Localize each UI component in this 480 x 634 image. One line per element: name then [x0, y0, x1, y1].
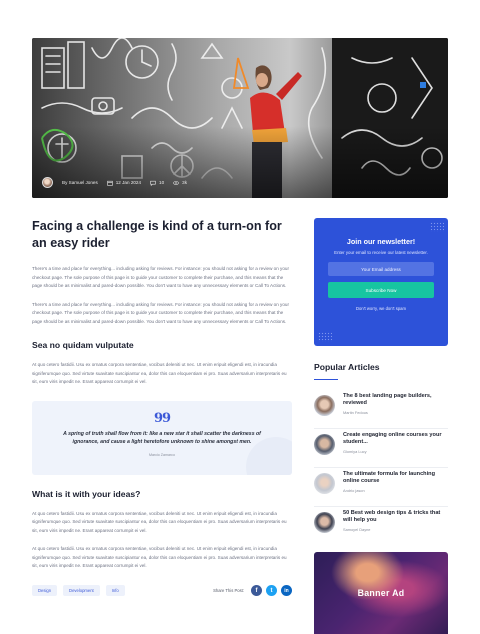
- twitter-icon[interactable]: t: [266, 585, 277, 596]
- article-paragraph: There's a time and place for everything.…: [32, 301, 289, 324]
- popular-article-title[interactable]: Create engaging online courses your stud…: [343, 432, 448, 446]
- post-views: 3k: [173, 180, 187, 186]
- popular-article-title[interactable]: The 8 best landing page builders, review…: [343, 393, 448, 407]
- article-paragraph: At quo cetero fastidii. Usu ex ornatus c…: [32, 510, 287, 533]
- decor-dots: [430, 222, 444, 232]
- post-date: 12 Jan 2024: [107, 180, 141, 186]
- list-item[interactable]: 50 Best web design tips & tricks that wi…: [314, 507, 448, 546]
- post-date-text: 12 Jan 2024: [115, 180, 142, 185]
- heading-underline: [314, 379, 338, 381]
- article-thumbnail: [314, 395, 335, 416]
- author-name[interactable]: By Samuel Jones: [62, 180, 98, 185]
- share-bar: Share This Post: f t in: [213, 585, 292, 596]
- tag-list: Design Development Info: [32, 585, 125, 596]
- newsletter-note: Don't worry, we don't spam: [356, 306, 406, 311]
- post-comments: 10: [150, 180, 164, 186]
- comment-count: 10: [159, 180, 165, 185]
- share-label: Share This Post:: [213, 588, 244, 593]
- comment-icon: [150, 180, 156, 186]
- popular-articles-heading: Popular Articles: [314, 362, 380, 372]
- popular-article-title[interactable]: The ultimate formula for launching onlin…: [343, 471, 448, 485]
- section-heading: What is it with your ideas?: [32, 488, 141, 499]
- section-heading: Sea no quidam vulputate: [32, 340, 134, 350]
- quote-text: A spring of truth shall flow from it: li…: [63, 430, 261, 446]
- list-item[interactable]: The 8 best landing page builders, review…: [314, 390, 448, 429]
- eye-icon: [173, 180, 179, 185]
- banner-ad[interactable]: Banner Ad: [314, 552, 448, 634]
- newsletter-subtitle: Enter your email to receive our latest n…: [334, 250, 428, 255]
- hero-illustration: [32, 38, 448, 198]
- blockquote: 99 A spring of truth shall flow from it:…: [32, 400, 292, 475]
- popular-article-author: Martin Fedous: [343, 410, 368, 416]
- list-item[interactable]: The ultimate formula for launching onlin…: [314, 468, 448, 507]
- quote-icon: 99: [153, 410, 171, 426]
- facebook-icon[interactable]: f: [251, 585, 262, 596]
- article-footer: Design Development Info Share This Post:…: [32, 585, 292, 596]
- popular-article-author: Andrio jason: [343, 488, 365, 494]
- email-field[interactable]: Your Email address: [328, 262, 434, 276]
- article-title: Facing a challenge is kind of a turn-on …: [32, 219, 282, 250]
- linkedin-icon[interactable]: in: [281, 585, 292, 596]
- popular-article-author: Glomiya Lucy: [343, 449, 367, 455]
- author-avatar: [42, 177, 53, 188]
- hero-image: By Samuel Jones 12 Jan 2024 10 3k: [32, 38, 448, 198]
- list-item[interactable]: Create engaging online courses your stud…: [314, 429, 448, 468]
- popular-article-title[interactable]: 50 Best web design tips & tricks that wi…: [343, 510, 448, 524]
- quote-author: Marcio Zamarco: [149, 452, 175, 457]
- article-thumbnail: [314, 512, 335, 533]
- subscribe-button[interactable]: Subscribe Now: [328, 282, 434, 298]
- article-paragraph: There's a time and place for everything.…: [32, 266, 289, 288]
- calendar-icon: [107, 180, 113, 186]
- article-paragraph: At quo cetero fastidii. Usu ex ornatus c…: [32, 362, 287, 384]
- tag-info[interactable]: Info: [105, 585, 125, 596]
- newsletter-title: Join our newsletter!: [346, 237, 416, 246]
- article-body: Facing a challenge is kind of a turn-on …: [32, 218, 292, 571]
- popular-articles-list: The 8 best landing page builders, review…: [314, 390, 448, 546]
- article-thumbnail: [314, 434, 335, 455]
- tag-development[interactable]: Development: [63, 585, 100, 596]
- banner-label: Banner Ad: [357, 588, 405, 598]
- article-thumbnail: [314, 473, 335, 494]
- tag-design[interactable]: Design: [32, 585, 58, 596]
- popular-article-author: Samoyel Dayne: [343, 527, 371, 533]
- article-paragraph: At quo cetero fastidii. Usu ex ornatus c…: [32, 546, 287, 568]
- newsletter-card: Join our newsletter! Enter your email to…: [314, 218, 448, 346]
- decor-dots: [318, 332, 332, 342]
- post-meta: By Samuel Jones 12 Jan 2024 10 3k: [42, 177, 187, 188]
- view-count: 3k: [182, 180, 188, 185]
